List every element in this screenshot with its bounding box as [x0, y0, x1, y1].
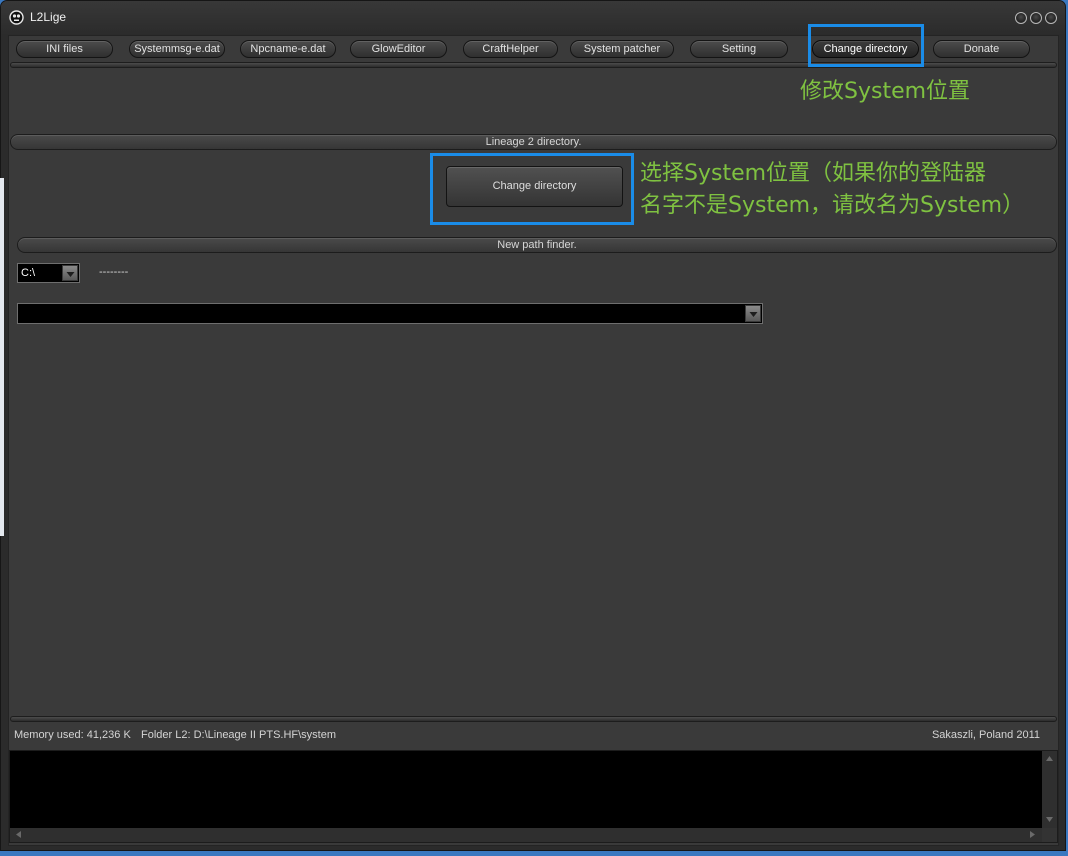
annotation-button-note: 选择System位置（如果你的登陆器 名字不是System，请改名为System…: [640, 158, 1024, 222]
chevron-down-icon: [749, 312, 758, 317]
drive-select-dropdown[interactable]: [62, 265, 78, 281]
path-finder-header: New path finder.: [17, 237, 1057, 253]
status-divider: [10, 716, 1057, 722]
path-select[interactable]: [17, 303, 763, 324]
chevron-down-icon: [66, 272, 75, 277]
path-select-dropdown[interactable]: [745, 305, 761, 322]
scrollbar-corner: [1042, 828, 1057, 842]
annotation-box-button: [430, 153, 634, 225]
tab-system-patcher[interactable]: System patcher: [570, 40, 674, 58]
maximize-button[interactable]: [1030, 12, 1042, 24]
tab-glow-editor[interactable]: GlowEditor: [350, 40, 447, 58]
path-label: --------: [99, 266, 129, 278]
annotation-button-note-line1: 选择System位置（如果你的登陆器: [640, 161, 987, 186]
minimize-button[interactable]: [1015, 12, 1027, 24]
vertical-scrollbar[interactable]: [1042, 751, 1057, 828]
arrow-left-icon[interactable]: [16, 831, 21, 838]
tab-craft-helper[interactable]: CraftHelper: [463, 40, 558, 58]
credit-text: Sakaszli, Poland 2011: [931, 729, 1040, 741]
app-icon: [9, 10, 24, 25]
window-title: L2Lige: [30, 10, 67, 24]
tab-systemmsg[interactable]: Systemmsg-e.dat: [129, 40, 225, 58]
drive-select-value: C:\: [21, 267, 36, 279]
annotation-box-tab: [808, 24, 924, 67]
close-button[interactable]: [1045, 12, 1057, 24]
annotation-tab-note: 修改System位置: [800, 79, 971, 104]
annotation-button-note-line2: 名字不是System，请改名为System）: [640, 193, 1025, 218]
tab-ini-files[interactable]: INI files: [16, 40, 113, 58]
tab-setting[interactable]: Setting: [690, 40, 788, 58]
arrow-right-icon[interactable]: [1030, 831, 1035, 838]
log-panel: [9, 750, 1058, 843]
tab-npcname[interactable]: Npcname-e.dat: [240, 40, 336, 58]
arrow-up-icon[interactable]: [1046, 756, 1053, 761]
app-window: L2Lige: [0, 0, 1066, 851]
log-output[interactable]: [10, 751, 1042, 828]
arrow-down-icon[interactable]: [1046, 817, 1053, 822]
folder-path: Folder L2: D:\Lineage II PTS.HF\system: [141, 729, 337, 741]
memory-usage: Memory used: 41,236 K: [14, 729, 131, 741]
tab-donate[interactable]: Donate: [933, 40, 1030, 58]
horizontal-scrollbar[interactable]: [10, 828, 1042, 842]
background-window-edge: [0, 178, 4, 536]
directory-section-header: Lineage 2 directory.: [10, 134, 1057, 150]
drive-select[interactable]: C:\: [17, 263, 80, 283]
